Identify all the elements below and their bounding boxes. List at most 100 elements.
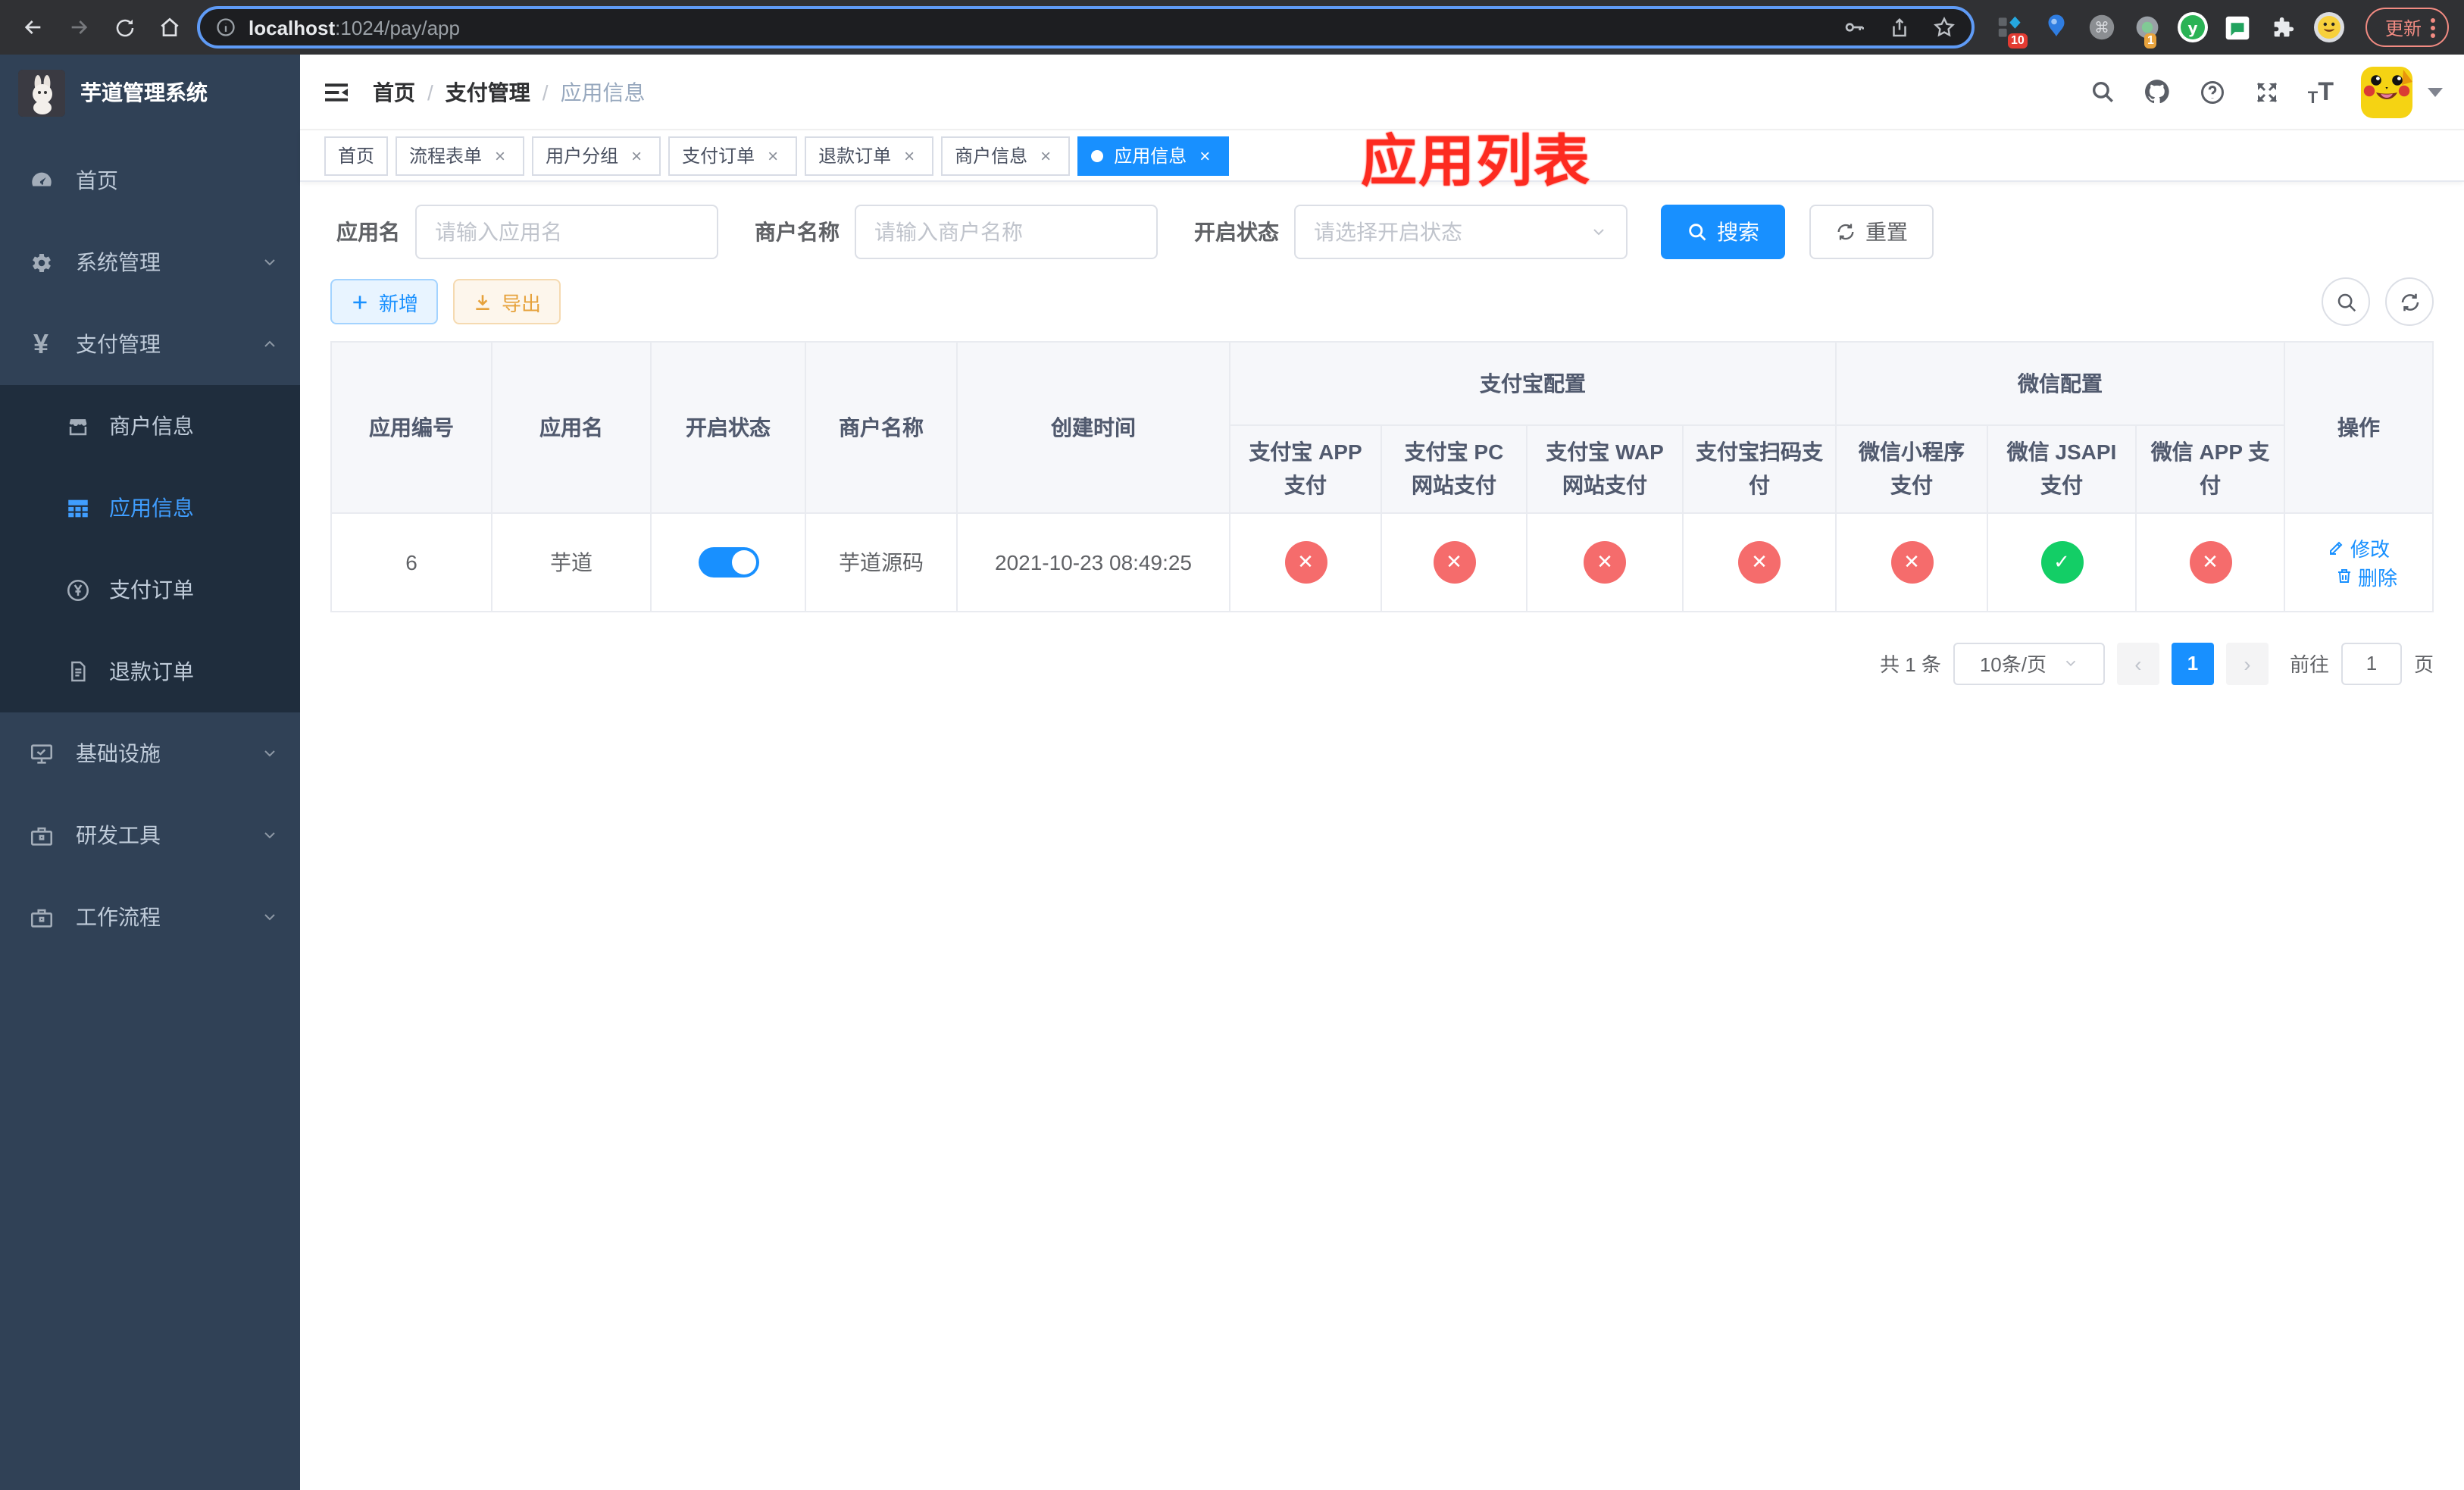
chevron-down-icon <box>2062 656 2078 672</box>
browser-toolbar: localhost:1024/pay/app 10 ⌘ 1 y 更新 <box>0 0 2464 55</box>
avatar-caret-icon[interactable] <box>2428 87 2443 96</box>
close-icon[interactable]: × <box>1035 145 1056 166</box>
sidebar-fold-icon[interactable] <box>321 77 352 107</box>
help-icon[interactable] <box>2199 78 2226 105</box>
reload-icon[interactable] <box>106 9 142 45</box>
extension-diamond-icon[interactable]: 10 <box>1996 12 2028 49</box>
goto-page-input[interactable] <box>2340 642 2402 685</box>
sidebar-item-refund-order[interactable]: 退款订单 <box>0 631 300 712</box>
sidebar-item-payment[interactable]: ¥ 支付管理 <box>0 303 300 385</box>
home-icon[interactable] <box>152 9 188 45</box>
app-name-input[interactable] <box>415 205 718 259</box>
app-title: 芋道管理系统 <box>80 80 208 105</box>
password-key-icon[interactable] <box>1843 15 1867 39</box>
address-bar[interactable]: localhost:1024/pay/app <box>197 6 1975 49</box>
sidebar-item-home[interactable]: 首页 <box>0 139 300 221</box>
col-alipay-app: 支付宝 APP 支付 <box>1229 424 1382 514</box>
extension-record-icon[interactable]: 1 <box>2132 12 2162 49</box>
sidebar-item-system[interactable]: 系统管理 <box>0 221 300 303</box>
sidebar-item-app-info[interactable]: 应用信息 <box>0 467 300 549</box>
cell-wx-lite: ✕ <box>1835 512 1988 612</box>
edit-button[interactable]: 修改 <box>2328 534 2390 562</box>
url-text: localhost:1024/pay/app <box>249 16 460 39</box>
col-wx-lite: 微信小程序支付 <box>1835 424 1988 514</box>
font-size-icon[interactable]: TT <box>2308 77 2334 107</box>
reset-button[interactable]: 重置 <box>1809 205 1934 259</box>
extension-balloon-icon[interactable] <box>2041 12 2072 42</box>
col-alipay-qr: 支付宝扫码支付 <box>1682 424 1837 514</box>
back-icon[interactable] <box>15 9 52 45</box>
col-created: 创建时间 <box>956 341 1230 514</box>
status-fail-icon: ✕ <box>2189 540 2231 584</box>
fullscreen-icon[interactable] <box>2253 78 2281 105</box>
status-toggle[interactable] <box>698 546 758 578</box>
toolbox-icon <box>27 822 55 849</box>
sidebar-item-infra[interactable]: 基础设施 <box>0 712 300 794</box>
close-icon[interactable]: × <box>626 145 647 166</box>
col-wx-jsapi: 微信 JSAPI 支付 <box>1987 424 2137 514</box>
bookmark-star-icon[interactable] <box>1932 15 1956 39</box>
col-app-id: 应用编号 <box>330 341 492 514</box>
chrome-menu-icon[interactable] <box>2431 17 2435 37</box>
app-name-label: 应用名 <box>336 220 400 244</box>
tab-user-group[interactable]: 用户分组 × <box>532 136 661 175</box>
col-alipay-pc: 支付宝 PC 网站支付 <box>1381 424 1527 514</box>
extension-yuque-icon[interactable]: y <box>2177 12 2208 42</box>
refresh-button[interactable] <box>2385 277 2434 326</box>
breadcrumb-payment[interactable]: 支付管理 <box>446 77 530 107</box>
extension-chat-icon[interactable] <box>2223 12 2253 42</box>
tab-app-info[interactable]: 应用信息 × <box>1077 136 1230 175</box>
chrome-update-button[interactable]: 更新 <box>2365 8 2449 47</box>
extensions-row: 10 ⌘ 1 y 更新 <box>1996 8 2449 49</box>
extension-command-icon[interactable]: ⌘ <box>2087 12 2117 42</box>
close-icon[interactable]: × <box>489 145 511 166</box>
add-button[interactable]: 新增 <box>330 279 439 324</box>
col-group-wechat: 微信配置 <box>1834 341 2286 426</box>
status-fail-icon: ✕ <box>1284 540 1327 584</box>
navbar: 首页 / 支付管理 / 应用信息 应用列表 T T <box>300 55 2464 193</box>
profile-avatar-icon[interactable] <box>2313 12 2344 42</box>
prev-page-button[interactable]: ‹ <box>2116 642 2159 685</box>
table-row: 6 芋道 芋道源码 2021-10-23 08:49:25 ✕ ✕ ✕ ✕ ✕ … <box>330 512 2434 612</box>
logo-row[interactable]: 芋道管理系统 <box>0 55 300 130</box>
sidebar-item-merchant-info[interactable]: 商户信息 <box>0 385 300 467</box>
tab-pay-order[interactable]: 支付订单 × <box>668 136 798 175</box>
cell-wx-app: ✕ <box>2134 512 2286 612</box>
col-app-name: 应用名 <box>491 341 652 514</box>
close-icon[interactable]: × <box>899 145 920 166</box>
tab-process-form[interactable]: 流程表单 × <box>396 136 525 175</box>
page-number-1[interactable]: 1 <box>2171 642 2214 685</box>
site-info-icon[interactable] <box>215 17 236 38</box>
next-page-button[interactable]: › <box>2225 642 2269 685</box>
status-select[interactable]: 请选择开启状态 <box>1294 205 1628 259</box>
sidebar-item-workflow[interactable]: 工作流程 <box>0 876 300 958</box>
search-button[interactable]: 搜索 <box>1661 205 1785 259</box>
breadcrumb-home[interactable]: 首页 <box>373 77 415 107</box>
page-size-select[interactable]: 10条/页 <box>1953 642 2105 685</box>
merchant-name-input[interactable] <box>855 205 1158 259</box>
close-icon[interactable]: × <box>762 145 783 166</box>
delete-button[interactable]: 删除 <box>2335 562 2397 591</box>
search-icon[interactable] <box>2090 79 2115 105</box>
sidebar-item-devtools[interactable]: 研发工具 <box>0 794 300 876</box>
close-icon[interactable]: × <box>1194 145 1215 166</box>
chevron-down-icon <box>261 253 279 271</box>
sidebar-item-pay-order[interactable]: 支付订单 <box>0 549 300 631</box>
tab-home[interactable]: 首页 <box>324 136 389 175</box>
tab-merchant-info[interactable]: 商户信息 × <box>941 136 1071 175</box>
chevron-down-icon <box>261 744 279 762</box>
cell-merchant: 芋道源码 <box>805 512 958 612</box>
page-unit-label: 页 <box>2413 653 2434 677</box>
extensions-puzzle-icon[interactable] <box>2269 12 2299 42</box>
search-form: 应用名 商户名称 开启状态 请选择开启状态 搜索 <box>330 205 2434 259</box>
briefcase-icon <box>27 903 55 931</box>
toggle-search-button[interactable] <box>2322 277 2370 326</box>
sidebar: 芋道管理系统 首页 系统管理 ¥ 支付管理 商户信息 应用信息 支付订单 退款订… <box>0 55 300 1490</box>
share-icon[interactable] <box>1888 16 1911 39</box>
tab-refund-order[interactable]: 退款订单 × <box>805 136 934 175</box>
forward-icon[interactable] <box>61 9 97 45</box>
user-avatar[interactable] <box>2361 66 2412 117</box>
chevron-down-icon <box>261 826 279 844</box>
github-icon[interactable] <box>2143 77 2172 106</box>
export-button[interactable]: 导出 <box>453 279 561 324</box>
